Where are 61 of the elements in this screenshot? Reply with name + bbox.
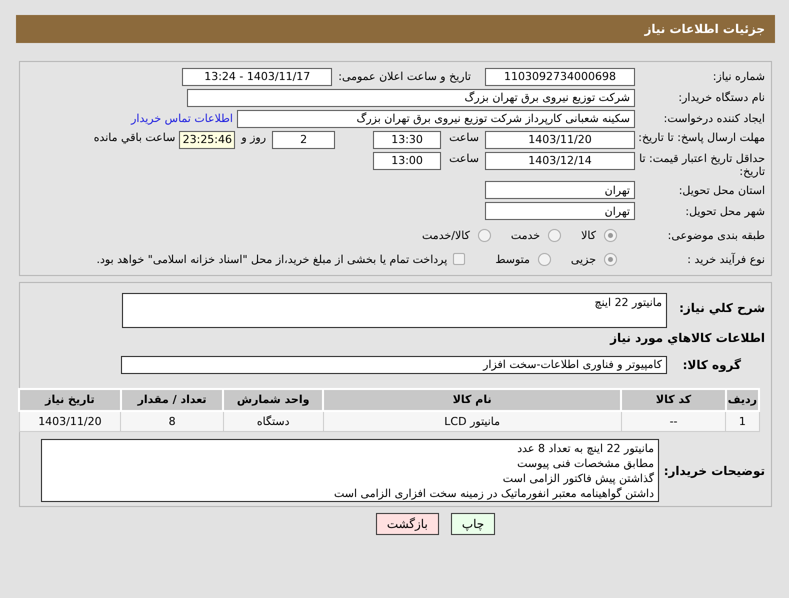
radio-label: خدمت: [510, 228, 540, 242]
field-label: مهلت ارسال پاسخ: تا تاریخ:: [637, 131, 766, 144]
back-button[interactable]: بازگشت: [376, 513, 439, 536]
section-heading: اطلاعات كالاهاي مورد نياز: [608, 331, 766, 348]
table-cell: 1403/11/20: [19, 410, 121, 432]
table-cell: دستگاه: [223, 410, 324, 432]
table-cell: --: [621, 410, 726, 432]
field-label: شرح كلي نياز:: [678, 301, 766, 316]
radio-label: جزیی: [570, 252, 596, 266]
input-field[interactable]: سکینه شعبانی کارپرداز شرکت توزیع نیروی برق تهران بزرگ: [237, 110, 635, 128]
column-header: تاریخ نیاز: [19, 388, 121, 411]
radio-label: کالا/خدمت: [422, 228, 470, 242]
contact-link[interactable]: اطلاعات تماس خریدار: [131, 112, 233, 126]
text-area[interactable]: مانیتور 22 اینچ به تعداد 8 عدد مطابق مشخصات فنی پیوست گذاشتن پیش فاکتور الزامی است داشتن گواهینامه معتبر انفورماتیک در زمینه سخت افزاری الزامی است: [41, 439, 659, 502]
radio-button[interactable]: [604, 228, 617, 242]
column-header: ردیف: [726, 388, 759, 411]
column-header: تعداد / مقدار: [120, 388, 224, 411]
radio-label: متوسط: [495, 252, 530, 266]
radio-button[interactable]: [548, 228, 562, 242]
radio-button[interactable]: [478, 228, 491, 242]
input-field[interactable]: 1403/11/17 - 13:24: [182, 68, 332, 86]
input-field[interactable]: 13:00: [373, 152, 442, 170]
time-label: ساعت: [449, 152, 479, 166]
field-label: نام دستگاه خریدار:: [677, 91, 766, 105]
radio-label: کالا: [581, 228, 596, 242]
field-label: طبقه بندی موضوعی:: [666, 228, 766, 242]
input-field[interactable]: شرکت توزیع نیروی برق تهران بزرگ: [187, 89, 635, 107]
checkbox[interactable]: [453, 253, 466, 266]
field-label: شماره نیاز:: [712, 70, 766, 84]
field-label: توضیحات خریدار:: [662, 464, 766, 478]
remaining-label: ساعت باقي مانده: [94, 131, 176, 144]
table-cell: مانیتور LCD: [323, 410, 622, 432]
column-header: نام کالا: [323, 388, 622, 411]
input-field[interactable]: 2: [272, 131, 336, 149]
input-field[interactable]: 1403/11/20: [485, 131, 635, 149]
time-label: ساعت: [449, 131, 479, 144]
table-cell: 8: [120, 410, 224, 432]
field-label: نوع فرآیند خرید :: [686, 252, 766, 266]
input-field[interactable]: 1403/12/14: [485, 152, 635, 170]
input-field[interactable]: تهران: [485, 202, 635, 220]
input-field[interactable]: 23:25:46: [179, 131, 236, 149]
field-label: تاریخ و ساعت اعلان عمومی:: [338, 70, 472, 84]
table-cell: 1: [726, 410, 759, 432]
print-button[interactable]: چاپ: [450, 513, 496, 536]
field-label: گروه کالا:: [682, 358, 742, 372]
field-label: حداقل تاریخ اعتبار قیمت: تا تاریخ:: [638, 152, 766, 178]
text-area[interactable]: مانیتور 22 اینچ: [122, 293, 667, 328]
field-label: ایجاد کننده درخواست:: [662, 112, 766, 126]
radio-button[interactable]: [538, 252, 551, 266]
column-header: کد کالا: [621, 388, 726, 411]
field-label: شهر محل تحویل:: [684, 204, 766, 218]
page-title: جزئیات اطلاعات نیاز: [644, 22, 765, 36]
input-field[interactable]: 1103092734000698: [485, 68, 635, 86]
input-field[interactable]: کامپیوتر و فناوری اطلاعات-سخت افزار: [121, 356, 667, 374]
input-field[interactable]: تهران: [485, 181, 635, 200]
field-label: استان محل تحویل:: [678, 184, 766, 197]
column-header: واحد شمارش: [223, 388, 324, 411]
input-field[interactable]: 13:30: [373, 131, 442, 149]
radio-button[interactable]: [604, 252, 617, 266]
checkbox-label: پرداخت تمام یا بخشی از مبلغ خرید،از محل "اسناد خزانه اسلامی" خواهد بود.: [96, 252, 448, 266]
days-label: روز و: [241, 131, 266, 144]
